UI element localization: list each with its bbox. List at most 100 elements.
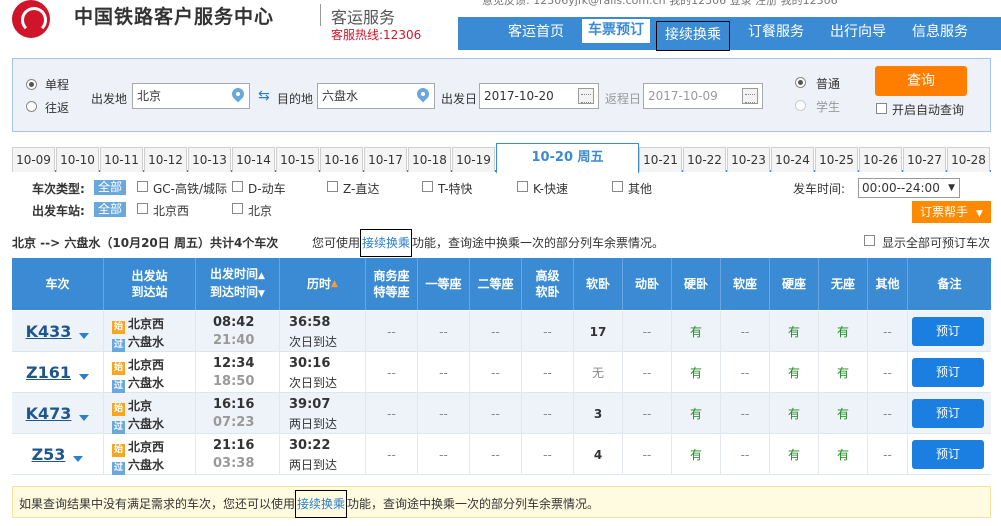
train-number-link[interactable]: K433	[26, 322, 72, 341]
seat-cell[interactable]: --	[522, 393, 574, 434]
nav-home[interactable]: 客运首页	[498, 17, 574, 50]
seat-cell[interactable]: 有	[770, 434, 819, 475]
type-checkbox[interactable]	[327, 181, 338, 192]
top-links[interactable]: 意见反馈: 12306yjfk@rails.com.cn 我的12306 登录 …	[482, 0, 838, 8]
site-brand[interactable]: 中国铁路客户服务中心	[74, 2, 274, 29]
calendar-icon[interactable]	[742, 88, 758, 104]
seat-cell[interactable]: --	[721, 393, 770, 434]
seat-cell[interactable]: --	[868, 311, 908, 352]
seat-cell[interactable]: --	[868, 393, 908, 434]
seat-cell[interactable]: --	[470, 311, 522, 352]
station-checkbox[interactable]	[232, 203, 243, 214]
seat-cell[interactable]: 有	[819, 311, 868, 352]
seat-cell[interactable]: 有	[819, 393, 868, 434]
book-button[interactable]: 预订	[912, 317, 984, 346]
location-pin-icon[interactable]	[417, 88, 429, 104]
depart-time-select[interactable]: 00:00--24:00 ▼	[858, 178, 960, 198]
railway-logo-icon[interactable]	[12, 0, 50, 38]
seat-cell[interactable]: 有	[819, 434, 868, 475]
footer-transfer-link[interactable]: 接续换乘	[295, 490, 348, 518]
seat-cell[interactable]: --	[623, 434, 672, 475]
date-tab[interactable]: 10-27	[903, 147, 946, 172]
station-checkbox[interactable]	[137, 203, 148, 214]
seat-cell[interactable]: --	[868, 434, 908, 475]
type-checkbox[interactable]	[422, 181, 433, 192]
transfer-link[interactable]: 接续换乘	[360, 229, 413, 257]
seat-cell[interactable]: --	[623, 311, 672, 352]
seat-cell[interactable]: --	[522, 434, 574, 475]
date-tab[interactable]: 10-21	[639, 147, 682, 172]
seat-cell[interactable]: --	[418, 352, 470, 393]
roundtrip-radio[interactable]	[26, 101, 37, 112]
seat-cell[interactable]: 有	[819, 352, 868, 393]
from-input[interactable]: 北京	[132, 83, 250, 109]
date-tab[interactable]: 10-22	[683, 147, 726, 172]
to-station[interactable]: 过六盘水	[112, 333, 164, 352]
seat-cell[interactable]: 3	[574, 393, 623, 434]
seat-cell[interactable]: --	[470, 393, 522, 434]
seat-cell[interactable]: --	[366, 311, 418, 352]
from-station[interactable]: 始北京	[112, 397, 152, 416]
train-number-link[interactable]: K473	[26, 404, 72, 423]
seat-cell[interactable]: 有	[770, 311, 819, 352]
book-button[interactable]: 预订	[912, 440, 984, 469]
seat-cell[interactable]: 有	[770, 352, 819, 393]
depart-date-input[interactable]: 2017-10-20	[479, 83, 599, 109]
from-station[interactable]: 始北京西	[112, 438, 164, 457]
seat-cell[interactable]: --	[623, 352, 672, 393]
swap-stations-icon[interactable]: ⇆	[258, 89, 274, 103]
seat-cell[interactable]: --	[470, 352, 522, 393]
seat-cell[interactable]: 4	[574, 434, 623, 475]
type-checkbox[interactable]	[232, 181, 243, 192]
seat-cell[interactable]: --	[418, 434, 470, 475]
date-tab[interactable]: 10-18	[408, 147, 451, 172]
station-filter-all[interactable]: 全部	[94, 202, 127, 217]
show-all-checkbox[interactable]	[864, 235, 875, 246]
book-button[interactable]: 预订	[912, 399, 984, 428]
date-tab[interactable]: 10-14	[232, 147, 275, 172]
seat-cell[interactable]: --	[522, 311, 574, 352]
from-station[interactable]: 始北京西	[112, 315, 164, 334]
seat-cell[interactable]: --	[418, 393, 470, 434]
date-tab[interactable]: 10-25	[815, 147, 858, 172]
calendar-icon[interactable]	[578, 88, 594, 104]
seat-cell[interactable]: --	[470, 434, 522, 475]
to-station[interactable]: 过六盘水	[112, 456, 164, 475]
seat-cell[interactable]: 17	[574, 311, 623, 352]
nav-transfer[interactable]: 接续换乘	[656, 21, 730, 51]
booking-helper-button[interactable]: 订票帮手 ▼	[912, 201, 991, 223]
date-tab[interactable]: 10-26	[859, 147, 902, 172]
seat-cell[interactable]: --	[721, 352, 770, 393]
nav-ticket-booking[interactable]: 车票预订	[582, 19, 650, 43]
date-tab[interactable]: 10-17	[364, 147, 407, 172]
col-times[interactable]: 出发时间▲ 到达时间▼	[196, 258, 280, 310]
seat-cell[interactable]: 有	[672, 393, 721, 434]
chevron-down-icon[interactable]	[73, 455, 84, 462]
seat-cell[interactable]: --	[522, 352, 574, 393]
passenger-student-radio[interactable]	[795, 100, 806, 111]
seat-cell[interactable]: --	[366, 352, 418, 393]
date-tab[interactable]: 10-11	[100, 147, 143, 172]
type-checkbox[interactable]	[612, 181, 623, 192]
to-station[interactable]: 过六盘水	[112, 374, 164, 393]
auto-query-checkbox[interactable]	[876, 103, 887, 114]
train-number-link[interactable]: Z161	[26, 363, 71, 382]
seat-cell[interactable]: --	[721, 434, 770, 475]
sort-up-icon[interactable]: ▲	[258, 271, 265, 281]
seat-cell[interactable]: --	[418, 311, 470, 352]
seat-cell[interactable]: --	[721, 311, 770, 352]
date-tab[interactable]: 10-28	[947, 147, 990, 172]
date-tab-selected[interactable]: 10-20 周五	[496, 143, 639, 174]
train-number-link[interactable]: Z53	[32, 445, 66, 464]
train-type-all[interactable]: 全部	[94, 180, 127, 195]
to-input[interactable]: 六盘水	[317, 83, 435, 109]
seat-cell[interactable]: 有	[672, 352, 721, 393]
chevron-down-icon[interactable]	[79, 414, 90, 421]
location-pin-icon[interactable]	[232, 88, 244, 104]
nav-info[interactable]: 信息服务	[902, 17, 978, 50]
to-station[interactable]: 过六盘水	[112, 415, 164, 434]
sort-down-icon[interactable]: ▼	[258, 289, 265, 299]
date-tab[interactable]: 10-13	[188, 147, 231, 172]
date-tab[interactable]: 10-15	[276, 147, 319, 172]
book-button[interactable]: 预订	[912, 358, 984, 387]
